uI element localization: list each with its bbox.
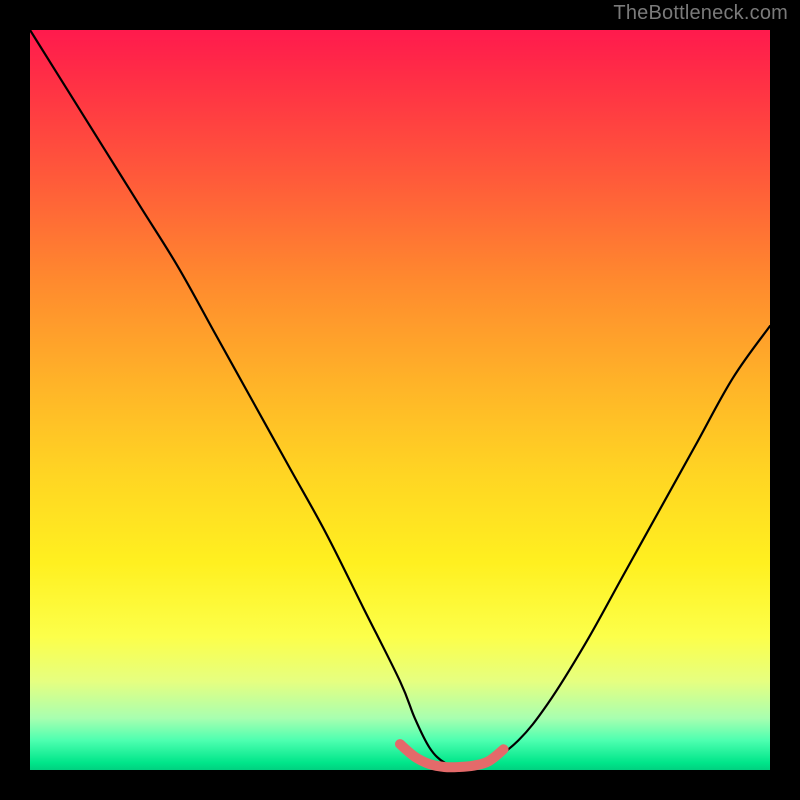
plot-gradient-area xyxy=(30,30,770,770)
chart-canvas: TheBottleneck.com xyxy=(0,0,800,800)
watermark-text: TheBottleneck.com xyxy=(613,2,788,25)
